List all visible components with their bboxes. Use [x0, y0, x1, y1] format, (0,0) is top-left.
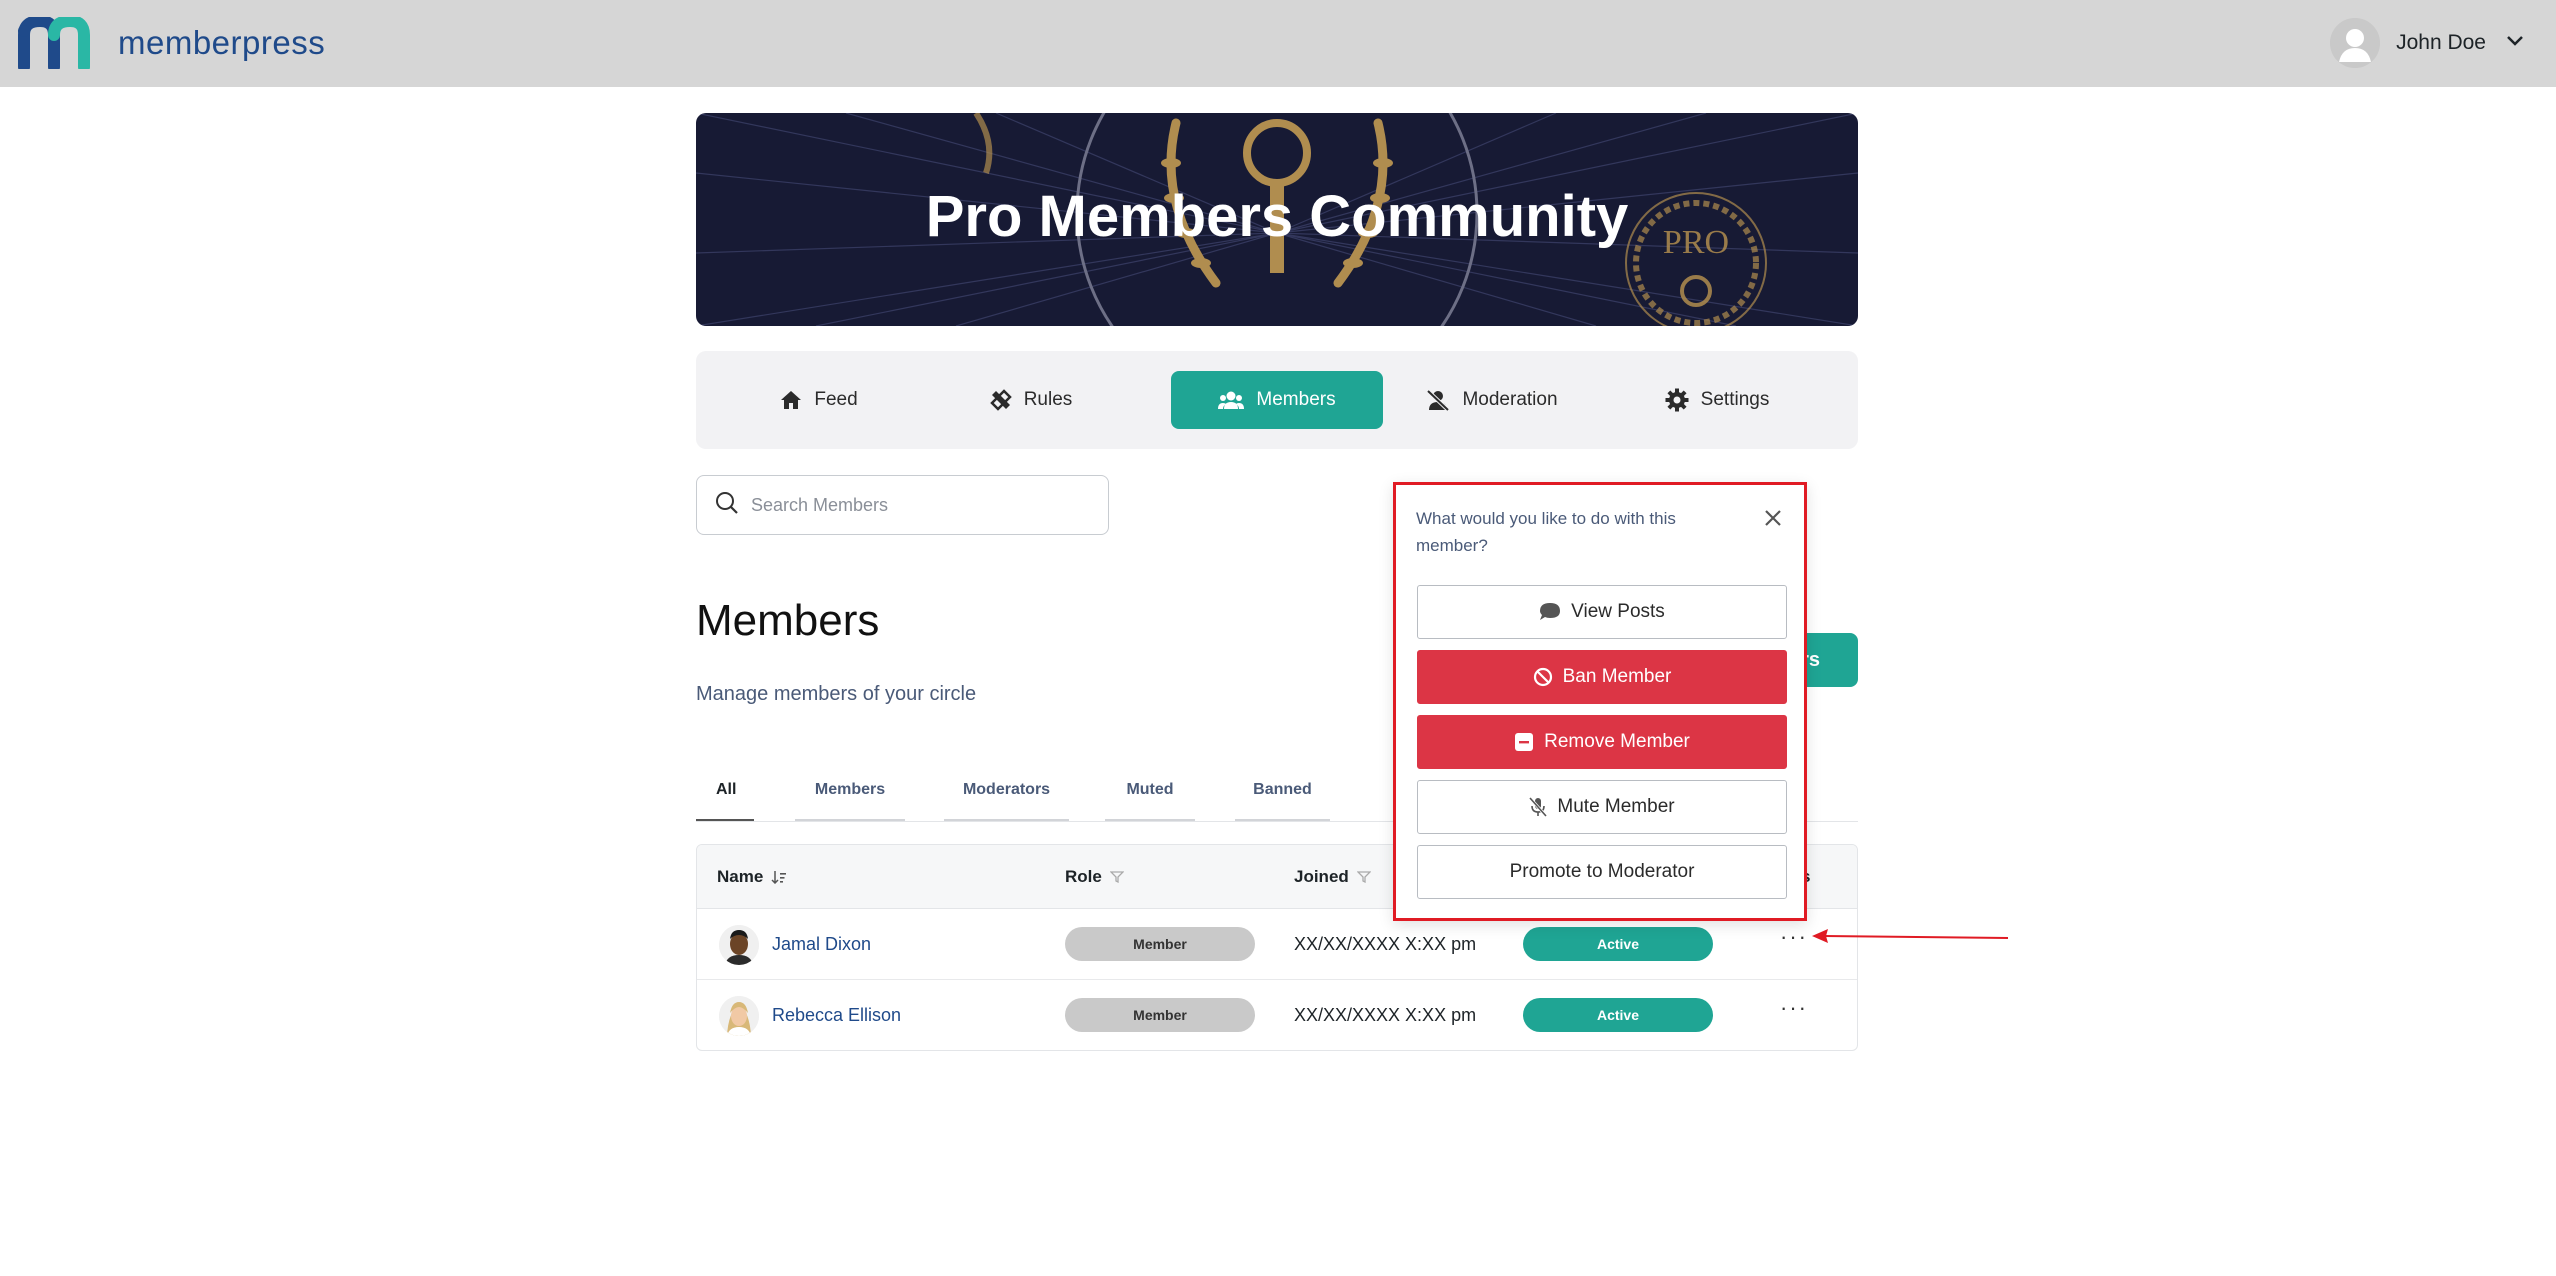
filter-icon[interactable] [1109, 871, 1124, 883]
members-icon [1218, 390, 1245, 410]
tab-settings[interactable]: Settings [1611, 371, 1823, 429]
search-input[interactable] [751, 494, 1081, 516]
rules-icon [989, 389, 1012, 411]
tab-settings-label: Settings [1700, 389, 1770, 410]
member-avatar[interactable] [719, 925, 759, 965]
tab-feed-label: Feed [814, 389, 858, 410]
filter-tab-moderators[interactable]: Moderators [944, 776, 1069, 822]
role-badge: Member [1065, 998, 1255, 1032]
promote-moderator-label: Promote to Moderator [1509, 861, 1695, 882]
tab-members[interactable]: Members [1171, 371, 1383, 429]
ban-member-label: Ban Member [1562, 666, 1672, 687]
remove-member-button[interactable]: Remove Member [1417, 715, 1787, 769]
column-role[interactable]: Role [1065, 867, 1124, 887]
filter-tab-banned[interactable]: Banned [1235, 776, 1330, 822]
status-badge: Active [1523, 998, 1713, 1032]
gear-icon [1665, 388, 1689, 412]
filter-icon[interactable] [1356, 871, 1371, 883]
filter-tab-members[interactable]: Members [795, 776, 905, 822]
member-actions-popup: What would you like to do with this memb… [1393, 482, 1807, 921]
user-name[interactable]: John Doe [2396, 31, 2486, 55]
page-title: Members [696, 596, 880, 645]
tab-moderation-label: Moderation [1462, 389, 1558, 410]
joined-date: XX/XX/XXXX X:XX pm [1294, 1005, 1477, 1025]
filter-tab-all[interactable]: All [696, 776, 754, 822]
member-avatar[interactable] [719, 996, 759, 1036]
home-icon [780, 390, 802, 410]
member-name-link[interactable]: Jamal Dixon [772, 934, 871, 955]
minus-square-icon [1514, 732, 1534, 752]
tab-members-label: Members [1256, 389, 1336, 410]
view-posts-label: View Posts [1571, 601, 1665, 622]
user-silhouette-icon [2330, 18, 2381, 68]
role-badge: Member [1065, 927, 1255, 961]
column-name[interactable]: Name [717, 867, 787, 887]
top-bar: memberpress John Doe [0, 0, 2556, 87]
memberpress-logo[interactable]: memberpress [16, 16, 325, 70]
close-icon[interactable] [1762, 507, 1784, 529]
tab-moderation[interactable]: Moderation [1386, 371, 1598, 429]
page-subtitle: Manage members of your circle [696, 683, 977, 705]
logo-icon [18, 17, 90, 69]
mic-off-icon [1529, 797, 1548, 817]
chevron-down-icon[interactable] [2506, 34, 2524, 52]
member-search[interactable] [696, 475, 1109, 535]
community-nav: Feed Rules Members Moderation Settings [696, 351, 1858, 449]
speech-bubble-icon [1539, 602, 1561, 622]
column-name-label: Name [717, 867, 764, 886]
tab-feed[interactable]: Feed [713, 371, 925, 429]
status-badge: Active [1523, 927, 1713, 961]
joined-date: XX/XX/XXXX X:XX pm [1294, 934, 1477, 954]
user-avatar[interactable] [2330, 18, 2381, 68]
remove-member-label: Remove Member [1544, 731, 1690, 752]
member-name-link[interactable]: Rebecca Ellison [772, 1005, 901, 1026]
search-icon [715, 491, 739, 520]
column-joined[interactable]: Joined [1294, 867, 1371, 887]
ban-member-button[interactable]: Ban Member [1417, 650, 1787, 704]
row-actions-button[interactable]: ··· [1779, 997, 1809, 1024]
view-posts-button[interactable]: View Posts [1417, 585, 1787, 639]
popup-question: What would you like to do with this memb… [1416, 509, 1676, 555]
ban-icon [1533, 667, 1553, 687]
user-menu[interactable]: John Doe [2330, 18, 2524, 68]
mute-member-label: Mute Member [1557, 796, 1675, 817]
logo-text: memberpress [118, 24, 326, 61]
row-actions-button[interactable]: ··· [1779, 926, 1809, 953]
sort-asc-icon[interactable] [771, 870, 787, 884]
column-role-label: Role [1065, 867, 1102, 886]
tab-rules[interactable]: Rules [925, 371, 1137, 429]
column-joined-label: Joined [1294, 867, 1349, 886]
tab-rules-label: Rules [1023, 389, 1073, 410]
moderation-icon [1426, 389, 1450, 411]
filter-tab-muted[interactable]: Muted [1105, 776, 1195, 822]
promote-moderator-button[interactable]: Promote to Moderator [1417, 845, 1787, 899]
table-row: Rebecca Ellison Member XX/XX/XXXX X:XX p… [697, 980, 1857, 1050]
annotation-arrow [1812, 925, 2012, 952]
mute-member-button[interactable]: Mute Member [1417, 780, 1787, 834]
community-banner: PRO Pro Members Community [696, 113, 1858, 326]
community-title: Pro Members Community [925, 184, 1629, 249]
